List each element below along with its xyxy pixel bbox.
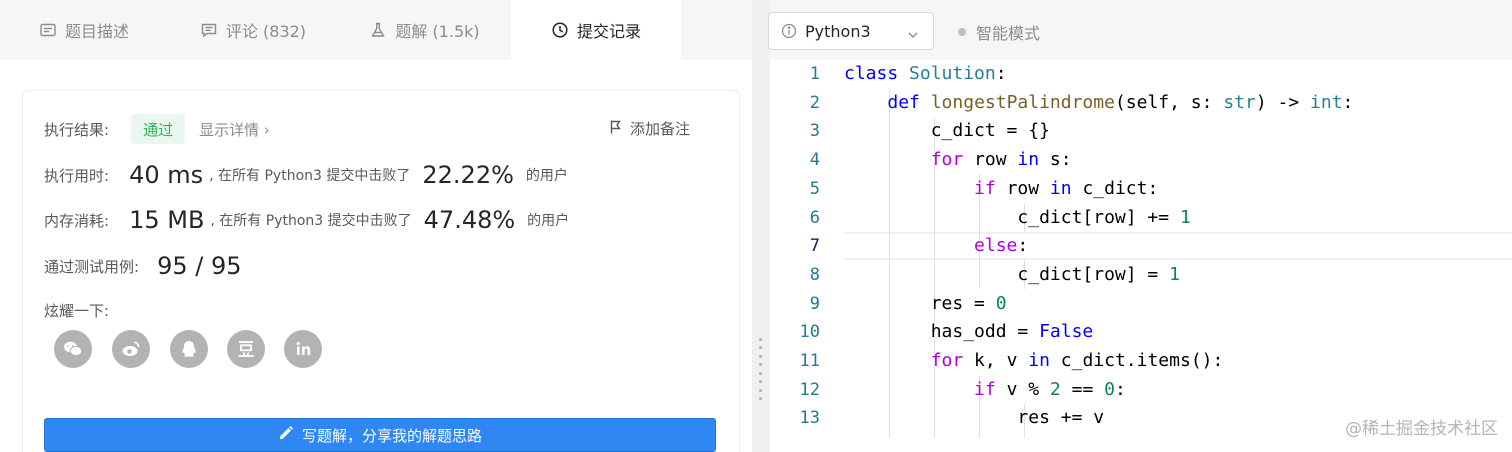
line-number: 13 — [799, 408, 820, 429]
code-line: c_dict[row] += 1 — [844, 206, 1191, 228]
douban-icon[interactable] — [227, 330, 265, 368]
memory-value: 15 MB — [129, 206, 205, 234]
tab-solutions[interactable]: 题解 (1.5k) — [338, 0, 511, 60]
left-pane: 题目描述 评论 (832) 题解 (1.5k) 提交记录 执行结果: 通过 显示… — [0, 0, 752, 452]
language-select[interactable]: Python3 — [768, 12, 934, 50]
line-number: 2 — [809, 92, 820, 113]
linkedin-icon[interactable] — [284, 330, 322, 368]
chevron-down-icon — [907, 26, 919, 38]
status-badge: 通过 — [131, 114, 186, 144]
code-line: res = 0 — [844, 292, 1007, 314]
tab-solutions-label: 题解 (1.5k) — [395, 22, 480, 41]
runtime-value: 40 ms — [129, 161, 204, 189]
code-line: res += v — [844, 407, 1105, 429]
tests-label: 通过测试用例: — [44, 257, 140, 276]
status-dot — [958, 28, 966, 36]
line-number: 5 — [809, 178, 820, 199]
tests-row: 通过测试用例: 95 / 95 — [44, 252, 241, 280]
line-number-active: 7 — [809, 236, 820, 257]
code-line: c_dict = {} — [844, 120, 1050, 142]
memory-suffix: 的用户 — [527, 213, 570, 229]
tab-description[interactable]: 题目描述 — [0, 0, 168, 60]
drag-handle[interactable] — [758, 338, 762, 400]
runtime-percent: 22.22% — [422, 161, 514, 189]
code-line: def longestPalindrome(self, s: str) -> i… — [887, 91, 1354, 113]
runtime-beat-text: , 在所有 Python3 提交中击败了 — [209, 168, 411, 184]
code-line: else: — [974, 235, 1029, 257]
memory-beat-text: , 在所有 Python3 提交中击败了 — [210, 213, 412, 229]
language-value: Python3 — [805, 21, 871, 41]
line-number: 6 — [809, 207, 820, 228]
qq-icon[interactable] — [170, 330, 208, 368]
editor-pane: Python3 智能模式 1 2 3 4 5 6 7 8 9 10 11 12 … — [768, 0, 1512, 452]
code-line: class Solution: — [844, 63, 1007, 84]
smart-mode-label: 智能模式 — [976, 24, 1041, 43]
add-note-label: 添加备注 — [630, 120, 691, 138]
line-number: 8 — [809, 264, 820, 285]
clock-icon — [551, 21, 569, 39]
line-number: 1 — [809, 64, 820, 84]
tests-value: 95 / 95 — [157, 252, 242, 280]
memory-percent: 47.48% — [423, 206, 516, 234]
tab-description-label: 题目描述 — [64, 22, 129, 41]
runtime-label: 执行用时: — [44, 166, 110, 185]
show-details-link[interactable]: 显示详情 › — [199, 119, 270, 140]
line-number: 11 — [799, 351, 820, 371]
line-number: 10 — [799, 322, 820, 343]
comment-icon — [200, 21, 218, 39]
add-note-button[interactable]: 添加备注 — [608, 118, 690, 139]
code-line: c_dict[row] = 1 — [844, 263, 1180, 285]
result-row: 执行结果: 通过 显示详情 › — [44, 114, 270, 144]
flag-icon — [608, 119, 624, 139]
code-line: for k, v in c_dict.items(): — [930, 350, 1224, 371]
runtime-suffix: 的用户 — [525, 168, 568, 184]
description-icon — [39, 21, 57, 39]
flask-icon — [369, 21, 387, 39]
write-solution-button[interactable]: 写题解，分享我的解题思路 — [44, 418, 716, 452]
share-row: 炫耀一下: — [44, 300, 109, 321]
tab-comments[interactable]: 评论 (832) — [168, 0, 338, 60]
line-number: 4 — [809, 150, 820, 171]
info-icon — [781, 23, 797, 39]
line-number: 9 — [809, 293, 820, 314]
result-label: 执行结果: — [44, 120, 110, 139]
tab-submissions-label: 提交记录 — [576, 22, 641, 41]
runtime-row: 执行用时: 40 ms , 在所有 Python3 提交中击败了 22.22% … — [44, 161, 568, 189]
code-line: if v % 2 == 0: — [974, 378, 1126, 400]
tab-comments-label: 评论 (832) — [225, 22, 307, 41]
code-line: for row in s: — [930, 149, 1072, 171]
watermark: @稀土掘金技术社区 — [1345, 419, 1498, 439]
code-editor[interactable]: 1 2 3 4 5 6 7 8 9 10 11 12 13 class Solu… — [770, 60, 1512, 438]
code-line: has_odd = False — [844, 321, 1094, 343]
weibo-icon[interactable] — [112, 330, 150, 368]
memory-label: 内存消耗: — [44, 211, 110, 230]
tab-bar: 题目描述 评论 (832) 题解 (1.5k) 提交记录 — [0, 0, 752, 60]
memory-row: 内存消耗: 15 MB , 在所有 Python3 提交中击败了 47.48% … — [44, 206, 569, 234]
line-number: 12 — [799, 379, 820, 400]
write-solution-label: 写题解，分享我的解题思路 — [301, 426, 482, 445]
pencil-icon — [278, 425, 294, 445]
smart-mode-toggle[interactable]: 智能模式 — [958, 20, 1040, 44]
share-label: 炫耀一下: — [44, 302, 110, 320]
code-line: if row in c_dict: — [974, 177, 1159, 199]
tab-submissions[interactable]: 提交记录 — [511, 0, 681, 60]
line-number: 3 — [809, 121, 820, 142]
wechat-icon[interactable] — [54, 330, 92, 368]
editor-toolbar: Python3 智能模式 — [768, 0, 1512, 60]
